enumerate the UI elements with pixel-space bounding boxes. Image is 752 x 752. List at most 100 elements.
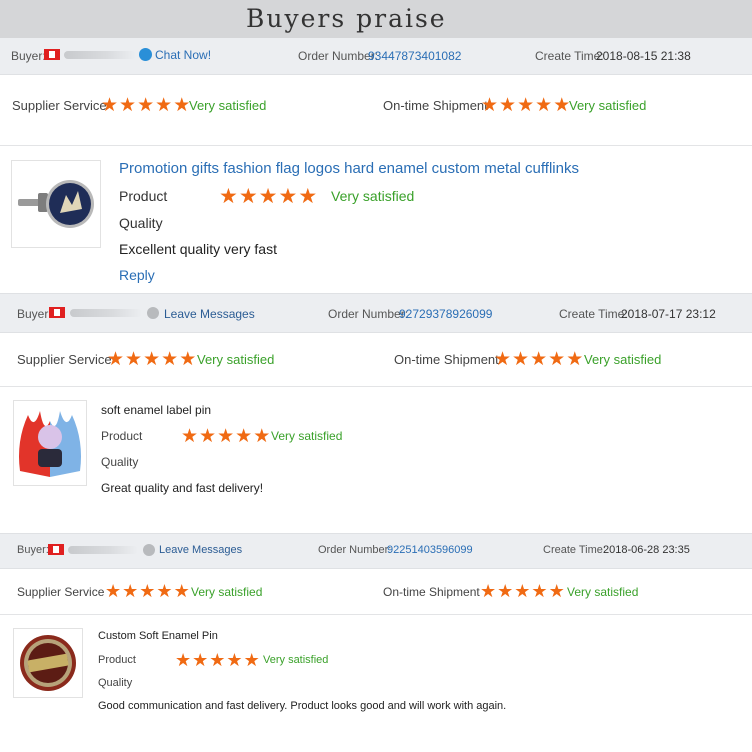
divider (0, 614, 752, 615)
star-icon: ★ (298, 185, 319, 208)
product-rating-text: Very satisfied (331, 188, 415, 204)
star-icon: ★ (253, 426, 272, 447)
star-icon: ★ (192, 650, 210, 670)
product-label: Product (101, 429, 143, 443)
supplier-service-stars: ★★★★★ (107, 348, 197, 371)
review-2-header: Buyer: Leave Messages Order Number: 9272… (0, 293, 752, 333)
ontime-shipment-label: On-time Shipment (383, 98, 488, 113)
star-icon: ★ (156, 581, 174, 601)
chat-now-link[interactable]: Chat Now! (155, 48, 211, 62)
order-number-link[interactable]: 93447873401082 (368, 49, 461, 63)
star-icon: ★ (258, 185, 279, 208)
buyer-label: Buyer: (11, 49, 46, 63)
star-icon: ★ (209, 650, 227, 670)
star-icon: ★ (122, 581, 140, 601)
star-icon: ★ (499, 95, 518, 116)
quality-label: Quality (119, 215, 163, 231)
order-number-link[interactable]: 92729378926099 (399, 307, 492, 321)
star-icon: ★ (107, 349, 126, 370)
star-icon: ★ (517, 95, 536, 116)
star-icon: ★ (235, 426, 254, 447)
ontime-shipment-label: On-time Shipment (394, 352, 499, 367)
flag-icon (48, 544, 64, 555)
supplier-service-stars: ★★★★★ (105, 581, 191, 602)
flag-icon (44, 49, 60, 60)
star-icon: ★ (119, 95, 138, 116)
product-thumbnail[interactable] (11, 160, 101, 248)
buyer-label: Buyer: (17, 307, 52, 321)
leave-messages-link[interactable]: Leave Messages (164, 307, 255, 321)
flag-icon (49, 307, 65, 318)
star-icon: ★ (101, 95, 120, 116)
quality-label: Quality (101, 455, 139, 469)
title-bar: Buyers praise (0, 0, 752, 38)
supplier-service-label: Supplier Service (17, 352, 112, 367)
product-title[interactable]: soft enamel label pin (101, 403, 211, 417)
star-icon: ★ (161, 349, 180, 370)
buyer-name-redacted (64, 51, 136, 59)
reply-link[interactable]: Reply (119, 267, 155, 283)
divider (0, 145, 752, 146)
product-rating-text: Very satisfied (263, 654, 329, 666)
star-icon: ★ (179, 349, 198, 370)
review-comment: Great quality and fast delivery! (101, 481, 264, 495)
star-icon: ★ (125, 349, 144, 370)
chat-icon (139, 48, 152, 61)
star-icon: ★ (219, 185, 239, 208)
create-time-value: 2018-08-15 21:38 (596, 49, 691, 63)
ontime-shipment-rating-text: Very satisfied (584, 352, 662, 367)
product-thumbnail[interactable] (13, 400, 87, 486)
ontime-shipment-rating-text: Very satisfied (567, 585, 639, 599)
product-stars: ★★★★★ (219, 184, 318, 209)
message-icon (143, 544, 155, 556)
create-time-value: 2018-07-17 23:12 (621, 307, 716, 321)
order-number-label: Order Number: (318, 544, 392, 556)
review-1-header: Buyer: Chat Now! Order Number: 934478734… (0, 38, 752, 75)
star-icon: ★ (243, 650, 261, 670)
product-stars: ★★★★★ (175, 650, 261, 671)
star-icon: ★ (530, 349, 549, 370)
product-stars: ★★★★★ (181, 425, 271, 448)
product-label: Product (98, 654, 136, 666)
divider (0, 386, 752, 387)
star-icon: ★ (548, 349, 567, 370)
ontime-shipment-stars: ★★★★★ (480, 581, 566, 602)
leave-messages-link[interactable]: Leave Messages (159, 544, 242, 556)
supplier-service-label: Supplier Service (17, 585, 105, 599)
product-rating-text: Very satisfied (271, 429, 343, 443)
star-icon: ★ (535, 95, 554, 116)
supplier-service-rating-text: Very satisfied (189, 98, 267, 113)
product-title-link[interactable]: Promotion gifts fashion flag logos hard … (119, 160, 579, 177)
star-icon: ★ (226, 650, 244, 670)
star-icon: ★ (139, 581, 157, 601)
review-3-header: Buyer: Leave Messages Order Number: 9225… (0, 533, 752, 569)
create-time-label: Create Time: (559, 307, 628, 321)
star-icon: ★ (155, 95, 174, 116)
buyer-name-redacted (68, 546, 138, 554)
review-comment: Good communication and fast delivery. Pr… (98, 700, 507, 712)
order-number-link[interactable]: 92251403596099 (387, 544, 473, 556)
label-pin-image (19, 411, 81, 477)
star-icon: ★ (238, 185, 259, 208)
buyer-name-redacted (70, 309, 142, 317)
star-icon: ★ (481, 95, 500, 116)
create-time-label: Create Time: (535, 49, 604, 63)
product-thumbnail[interactable] (13, 628, 83, 698)
star-icon: ★ (175, 650, 193, 670)
star-icon: ★ (497, 581, 515, 601)
star-icon: ★ (137, 95, 156, 116)
star-icon: ★ (514, 581, 532, 601)
star-icon: ★ (181, 426, 200, 447)
order-number-label: Order Number: (328, 307, 409, 321)
order-number-label: Order Number: (298, 49, 379, 63)
star-icon: ★ (566, 349, 585, 370)
ontime-shipment-stars: ★★★★★ (494, 348, 584, 371)
supplier-service-rating-text: Very satisfied (197, 352, 275, 367)
product-title[interactable]: Custom Soft Enamel Pin (98, 630, 218, 642)
quality-label: Quality (98, 677, 133, 689)
ontime-shipment-stars: ★★★★★ (481, 94, 571, 117)
create-time-value: 2018-06-28 23:35 (603, 544, 690, 556)
star-icon: ★ (480, 581, 498, 601)
supplier-service-rating-text: Very satisfied (191, 585, 263, 599)
ontime-shipment-label: On-time Shipment (383, 585, 480, 599)
